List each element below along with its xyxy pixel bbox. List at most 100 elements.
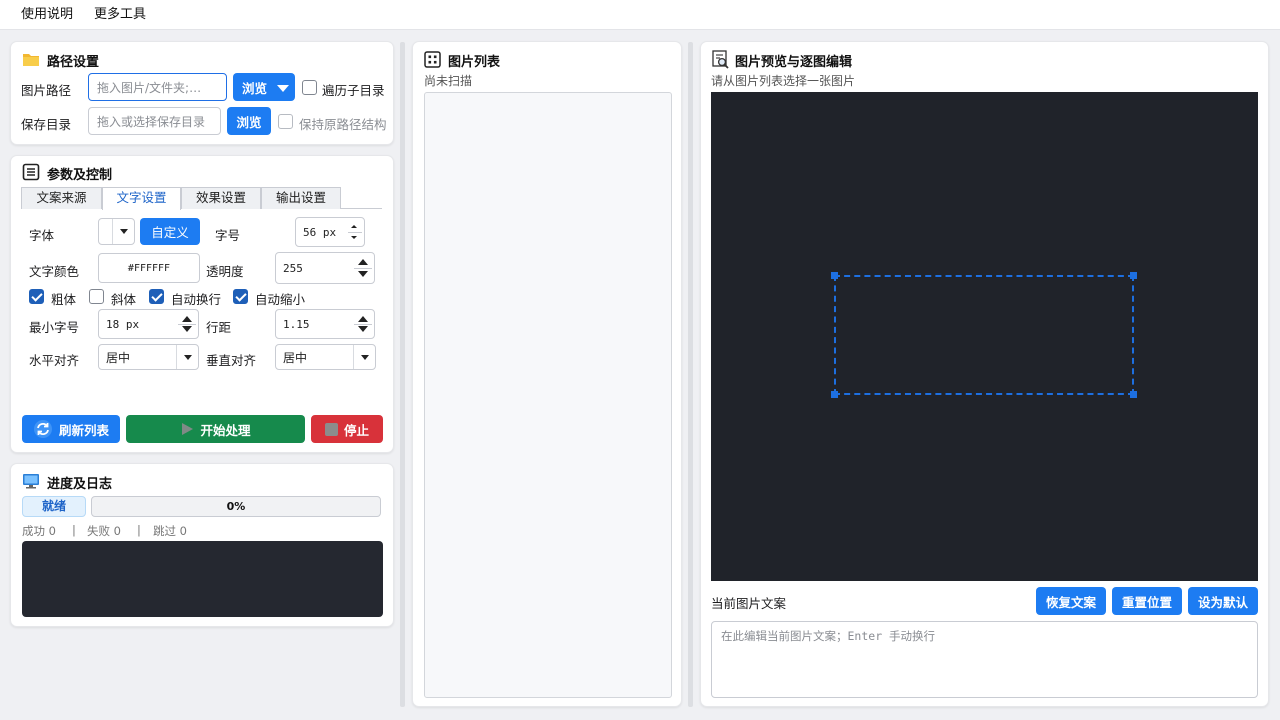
tab-copy-source[interactable]: 文案来源: [21, 187, 102, 209]
start-processing-button[interactable]: 开始处理: [126, 415, 305, 443]
preview-title: 图片预览与逐图编辑: [735, 55, 853, 70]
h-align-select[interactable]: 居中: [98, 344, 199, 370]
play-icon: [182, 423, 194, 435]
spin-arrows-icon[interactable]: [352, 253, 374, 283]
h-align-label: 水平对齐: [29, 353, 80, 368]
dropdown-arrow-icon: [277, 85, 289, 92]
recursive-label: 遍历子目录: [322, 83, 385, 98]
success-count: 成功 0: [22, 524, 56, 538]
v-align-select[interactable]: 居中: [275, 344, 376, 370]
progress-bar: 0%: [91, 496, 381, 517]
params-tabs: 文案来源 文字设置 效果设置 输出设置: [21, 187, 382, 210]
progress-title: 进度及日志: [47, 477, 113, 492]
params-panel: 参数及控制 文案来源 文字设置 效果设置 输出设置 字体 自定义 字号 56 p…: [10, 155, 394, 453]
min-size-spinbox[interactable]: 18 px: [98, 309, 199, 339]
custom-font-button[interactable]: 自定义: [140, 218, 200, 245]
auto-wrap-label: 自动换行: [171, 292, 222, 307]
list-settings-icon: [22, 163, 40, 181]
refresh-list-label: 刷新列表: [58, 422, 109, 438]
right-splitter[interactable]: [688, 42, 693, 707]
status-badge: 就绪: [22, 496, 86, 517]
resize-handle-bottom-right[interactable]: [1130, 391, 1137, 398]
params-title: 参数及控制: [47, 168, 113, 183]
auto-shrink-label: 自动缩小: [255, 292, 306, 307]
chevron-down-icon: [353, 345, 375, 369]
menu-bar: 使用说明 更多工具: [0, 0, 1280, 30]
keep-structure-label: 保持原路径结构: [299, 117, 387, 132]
path-settings-panel: 路径设置 图片路径 拖入图片/文件夹;… 浏览 遍历子目录 保存目录 拖入或选择…: [10, 41, 394, 145]
separator: |: [72, 523, 76, 537]
h-align-value: 居中: [106, 350, 131, 365]
spin-arrows-icon[interactable]: [176, 310, 198, 338]
line-spacing-label: 行距: [206, 320, 232, 335]
preview-panel: 图片预览与逐图编辑 请从图片列表选择一张图片 当前图片文案 恢复文案 重置位置 …: [700, 41, 1269, 707]
progress-percent: 0%: [226, 500, 246, 513]
bold-label: 粗体: [51, 292, 77, 307]
tab-output-settings[interactable]: 输出设置: [261, 187, 341, 209]
image-list[interactable]: [424, 92, 672, 698]
italic-checkbox[interactable]: [89, 289, 104, 304]
menu-help[interactable]: 使用说明: [17, 0, 77, 30]
save-dir-input[interactable]: 拖入或选择保存目录: [88, 107, 221, 135]
bold-checkbox[interactable]: [29, 289, 44, 304]
refresh-list-button[interactable]: 刷新列表: [22, 415, 120, 443]
keep-structure-checkbox[interactable]: [278, 114, 293, 129]
min-size-label: 最小字号: [29, 320, 80, 335]
min-size-value: 18 px: [106, 317, 140, 331]
line-spacing-spinbox[interactable]: 1.15: [275, 309, 375, 339]
v-align-value: 居中: [283, 350, 308, 365]
opacity-label: 透明度: [206, 264, 244, 279]
resize-handle-top-left[interactable]: [831, 272, 838, 279]
grid-icon: [424, 51, 441, 68]
stop-label: 停止: [343, 422, 369, 438]
scan-status: 尚未扫描: [424, 74, 473, 88]
spin-arrows-icon[interactable]: [346, 218, 364, 246]
line-spacing-value: 1.15: [283, 317, 310, 331]
text-selection-box[interactable]: [831, 272, 1137, 398]
text-color-picker[interactable]: #FFFFFF: [98, 253, 200, 283]
stop-button[interactable]: 停止: [311, 415, 383, 443]
caption-textarea[interactable]: 在此编辑当前图片文案；Enter 手动换行: [711, 621, 1258, 698]
image-list-title: 图片列表: [448, 55, 501, 70]
opacity-value: 255: [283, 261, 303, 275]
caption-label: 当前图片文案: [711, 596, 787, 611]
spin-arrows-icon[interactable]: [352, 310, 374, 338]
skip-count: 跳过 0: [153, 524, 187, 538]
italic-label: 斜体: [111, 292, 137, 307]
text-color-label: 文字颜色: [29, 264, 80, 279]
start-processing-label: 开始处理: [200, 422, 251, 438]
preview-canvas[interactable]: [711, 92, 1258, 581]
size-spinbox[interactable]: 56 px: [295, 217, 365, 247]
log-output[interactable]: [22, 541, 383, 617]
set-default-button[interactable]: 设为默认: [1188, 587, 1258, 615]
chevron-down-icon: [176, 345, 198, 369]
tab-text-settings[interactable]: 文字设置: [102, 187, 181, 210]
image-browse-button[interactable]: 浏览: [233, 73, 295, 101]
monitor-icon: [23, 474, 39, 489]
auto-shrink-checkbox[interactable]: [233, 289, 248, 304]
preview-hint: 请从图片列表选择一张图片: [711, 74, 856, 88]
v-align-label: 垂直对齐: [206, 353, 257, 368]
resize-handle-bottom-left[interactable]: [831, 391, 838, 398]
tab-effect-settings[interactable]: 效果设置: [181, 187, 261, 209]
recursive-checkbox[interactable]: [302, 80, 317, 95]
chevron-down-icon: [112, 219, 134, 244]
font-select[interactable]: [98, 218, 135, 245]
stop-icon: [324, 422, 338, 436]
fail-count: 失败 0: [87, 524, 121, 538]
separator: |: [137, 523, 141, 537]
progress-panel: 进度及日志 就绪 0% 成功 0 | 失败 0 | 跳过 0: [10, 463, 394, 627]
save-browse-button[interactable]: 浏览: [227, 107, 271, 135]
image-path-input[interactable]: 拖入图片/文件夹;…: [88, 73, 227, 101]
left-splitter[interactable]: [400, 42, 405, 707]
menu-more-tools[interactable]: 更多工具: [90, 0, 150, 30]
image-path-label: 图片路径: [21, 83, 72, 98]
resize-handle-top-right[interactable]: [1130, 272, 1137, 279]
opacity-spinbox[interactable]: 255: [275, 252, 375, 284]
auto-wrap-checkbox[interactable]: [149, 289, 164, 304]
font-label: 字体: [29, 228, 55, 243]
restore-caption-button[interactable]: 恢复文案: [1036, 587, 1106, 615]
path-settings-title: 路径设置: [47, 55, 100, 70]
image-list-panel: 图片列表 尚未扫描: [412, 41, 682, 707]
reset-position-button[interactable]: 重置位置: [1112, 587, 1182, 615]
